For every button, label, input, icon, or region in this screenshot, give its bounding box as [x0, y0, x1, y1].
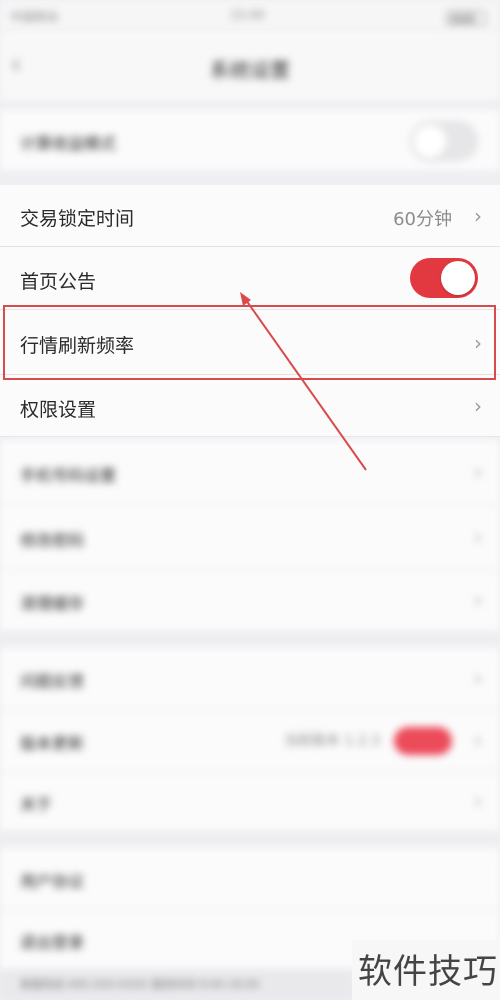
list-item[interactable]: 清理缓存 › [0, 570, 500, 632]
list-item[interactable]: 修改密码 › [0, 505, 500, 570]
list-item[interactable]: 版本更新 当前版本 1.2.3 › [0, 710, 500, 772]
setting-row-trade-lock[interactable]: 交易锁定时间 60分钟 › [0, 185, 500, 247]
highlight-box [3, 305, 496, 380]
nav-bar: ‹ 系统设置 [0, 30, 500, 100]
toggle-knob [441, 261, 475, 295]
toggle-knob [413, 125, 447, 159]
list-item[interactable]: 问题反馈 › [0, 648, 500, 710]
chevron-right-icon: › [474, 728, 482, 752]
page-title: 系统设置 [210, 58, 290, 82]
setting-row-home-notice[interactable]: 首页公告 [0, 247, 500, 310]
setting-value: 当前版本 1.2.3 [283, 733, 380, 749]
chevron-right-icon: › [474, 525, 482, 549]
setting-label: 首页公告 [20, 271, 97, 293]
setting-row-profit-mode[interactable]: 计算收益模式 [0, 110, 500, 172]
list-item[interactable]: 用户协议 [0, 848, 500, 910]
list-item[interactable]: 关于 › [0, 772, 500, 832]
setting-label: 权限设置 [20, 399, 97, 421]
status-badge [394, 727, 452, 755]
list-item[interactable]: 手机号码设置 › [0, 440, 500, 505]
setting-label: 修改密码 [20, 531, 85, 550]
status-bar: 中国移动 15:00 [0, 0, 500, 30]
setting-label: 关于 [20, 795, 53, 814]
setting-label: 用户协议 [20, 872, 85, 891]
status-time: 15:00 [230, 8, 265, 22]
setting-row-permission[interactable]: 权限设置 › [0, 375, 500, 437]
setting-label: 交易锁定时间 [20, 208, 135, 230]
chevron-right-icon: › [474, 204, 482, 228]
setting-label: 版本更新 [20, 734, 85, 753]
chevron-right-icon: › [474, 394, 482, 418]
battery-icon [446, 10, 486, 28]
setting-value: 60分钟 [393, 209, 452, 230]
setting-label: 手机号码设置 [20, 466, 117, 485]
chevron-right-icon: › [474, 789, 482, 813]
carrier-text: 中国移动 [10, 10, 59, 24]
setting-label: 退出登录 [20, 933, 85, 952]
watermark-text: 软件技巧 [358, 952, 498, 992]
chevron-right-icon: › [474, 588, 482, 612]
setting-label: 计算收益模式 [20, 134, 117, 153]
toggle-switch[interactable] [410, 121, 478, 161]
setting-label: 问题反馈 [20, 672, 85, 691]
chevron-right-icon: › [474, 666, 482, 690]
toggle-switch[interactable] [410, 258, 478, 298]
footer-text: 客服热线 400-XXX-XXXX 服务时间 9:00-18:00 [20, 978, 260, 991]
chevron-right-icon: › [474, 460, 482, 484]
setting-label: 清理缓存 [20, 594, 85, 613]
